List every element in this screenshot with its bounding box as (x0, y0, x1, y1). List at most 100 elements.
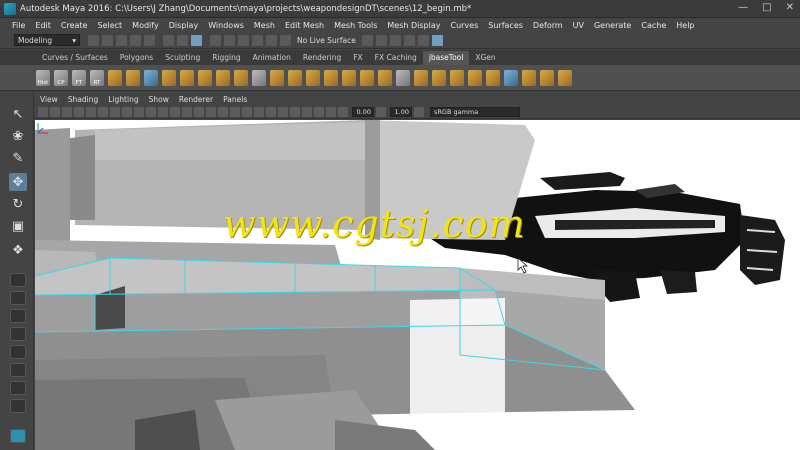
redo-icon[interactable] (144, 34, 155, 46)
menu-mesh-display[interactable]: Mesh Display (387, 21, 440, 30)
tab-polygons[interactable]: Polygons (114, 51, 159, 65)
isolate-select-icon[interactable] (290, 106, 300, 117)
poly-cylinder-icon[interactable] (144, 69, 158, 86)
close-icon[interactable]: ✕ (786, 2, 794, 13)
bookmark-icon[interactable] (62, 106, 72, 117)
side-by-side-layout-icon[interactable] (10, 309, 26, 323)
uv-layout-icon[interactable] (10, 381, 26, 395)
mirror-icon[interactable] (252, 69, 266, 86)
safe-title-icon[interactable] (158, 106, 168, 117)
hypershade-icon[interactable] (431, 34, 443, 46)
magnet-icon[interactable] (280, 34, 291, 46)
menu-uv[interactable]: UV (573, 21, 584, 30)
unfold-icon[interactable] (450, 69, 464, 86)
single-pane-layout-icon[interactable] (10, 273, 26, 287)
tab-fx[interactable]: FX (347, 51, 368, 65)
new-scene-icon[interactable] (88, 34, 99, 46)
soften-edge-icon[interactable] (522, 69, 536, 86)
anti-aliasing-icon[interactable] (266, 106, 276, 117)
backface-culling-icon[interactable] (326, 106, 336, 117)
select-component-icon[interactable] (191, 34, 202, 46)
persp-graph-layout-icon[interactable] (10, 345, 26, 359)
extrude-icon[interactable] (162, 69, 176, 86)
ipr-render-icon[interactable] (403, 34, 415, 46)
merge-icon[interactable] (342, 69, 356, 86)
menu-edit[interactable]: Edit (35, 21, 51, 30)
history-icon[interactable] (375, 34, 387, 46)
menu-file[interactable]: File (12, 21, 25, 30)
menu-generate[interactable]: Generate (594, 21, 631, 30)
panel-menu-shading[interactable]: Shading (68, 95, 98, 104)
history-shelf-icon[interactable]: Hist (36, 69, 50, 86)
combine-icon[interactable] (216, 69, 230, 86)
menu-surfaces[interactable]: Surfaces (488, 21, 523, 30)
snap-point-icon[interactable] (238, 34, 249, 46)
delete-history-icon[interactable] (558, 69, 572, 86)
persp-outliner-layout-icon[interactable] (10, 327, 26, 341)
target-weld-icon[interactable] (324, 69, 338, 86)
maximize-icon[interactable]: □ (762, 2, 771, 13)
move-tool-icon[interactable]: ✥ (9, 173, 27, 191)
bridge-icon[interactable] (198, 69, 212, 86)
film-gate-icon[interactable] (98, 106, 108, 117)
insert-edge-loop-icon[interactable] (288, 69, 302, 86)
planar-map-icon[interactable] (414, 69, 428, 86)
menu-modify[interactable]: Modify (132, 21, 159, 30)
sew-uv-icon[interactable] (486, 69, 500, 86)
custom-layout-icon[interactable] (10, 399, 26, 413)
panel-menu-show[interactable]: Show (149, 95, 169, 104)
fill-hole-icon[interactable] (360, 69, 374, 86)
freeze-transform-shelf-icon[interactable]: FT (72, 69, 86, 86)
render-icon[interactable] (389, 34, 401, 46)
open-scene-icon[interactable] (102, 34, 113, 46)
scale-tool-icon[interactable]: ▣ (9, 217, 27, 235)
uv-editor-icon[interactable] (396, 69, 410, 86)
menu-set-dropdown[interactable]: Modeling ▾ (14, 34, 80, 46)
snap-plane-icon[interactable] (252, 34, 263, 46)
menu-mesh-tools[interactable]: Mesh Tools (334, 21, 377, 30)
menu-create[interactable]: Create (61, 21, 88, 30)
depth-of-field-icon[interactable] (278, 106, 288, 117)
automatic-map-icon[interactable] (432, 69, 446, 86)
menu-help[interactable]: Help (676, 21, 694, 30)
view-transform-dropdown[interactable]: sRGB gamma (430, 106, 520, 117)
snap-surface-icon[interactable] (266, 34, 277, 46)
camera-attributes-icon[interactable] (50, 106, 60, 117)
xray-icon[interactable] (302, 106, 312, 117)
menu-display[interactable]: Display (169, 21, 199, 30)
resolution-gate-icon[interactable] (110, 106, 120, 117)
multi-cut-icon[interactable] (306, 69, 320, 86)
input-output-icon[interactable] (361, 34, 373, 46)
layout-uv-icon[interactable] (468, 69, 482, 86)
use-all-lights-icon[interactable] (218, 106, 228, 117)
grid-icon[interactable] (86, 106, 96, 117)
safe-action-icon[interactable] (146, 106, 156, 117)
tab-xgen[interactable]: XGen (469, 51, 501, 65)
separate-icon[interactable] (234, 69, 248, 86)
poly-cube-icon[interactable] (108, 69, 122, 86)
image-plane-icon[interactable] (74, 106, 84, 117)
smooth-shade-icon[interactable] (182, 106, 192, 117)
smooth-icon[interactable] (270, 69, 284, 86)
color-management-icon[interactable] (414, 106, 424, 117)
harden-edge-icon[interactable] (540, 69, 554, 86)
panel-menu-lighting[interactable]: Lighting (108, 95, 138, 104)
cut-uv-icon[interactable] (504, 69, 518, 86)
field-chart-icon[interactable] (134, 106, 144, 117)
paint-select-tool-icon[interactable]: ✎ (9, 149, 27, 167)
render-settings-icon[interactable] (417, 34, 429, 46)
rotate-tool-icon[interactable]: ↻ (9, 195, 27, 213)
gate-mask-icon[interactable] (122, 106, 132, 117)
screen-space-ao-icon[interactable] (242, 106, 252, 117)
menu-select[interactable]: Select (97, 21, 122, 30)
reset-transform-shelf-icon[interactable]: RT (90, 69, 104, 86)
menu-edit-mesh[interactable]: Edit Mesh (285, 21, 324, 30)
select-hierarchy-icon[interactable] (163, 34, 174, 46)
menu-mesh[interactable]: Mesh (254, 21, 275, 30)
gamma-field[interactable]: 1.00 (390, 106, 412, 117)
select-camera-icon[interactable] (38, 106, 48, 117)
tab-rendering[interactable]: Rendering (297, 51, 347, 65)
last-tool-icon[interactable]: ❖ (9, 241, 27, 259)
tab-fx-caching[interactable]: FX Caching (369, 51, 423, 65)
tab-animation[interactable]: Animation (247, 51, 297, 65)
